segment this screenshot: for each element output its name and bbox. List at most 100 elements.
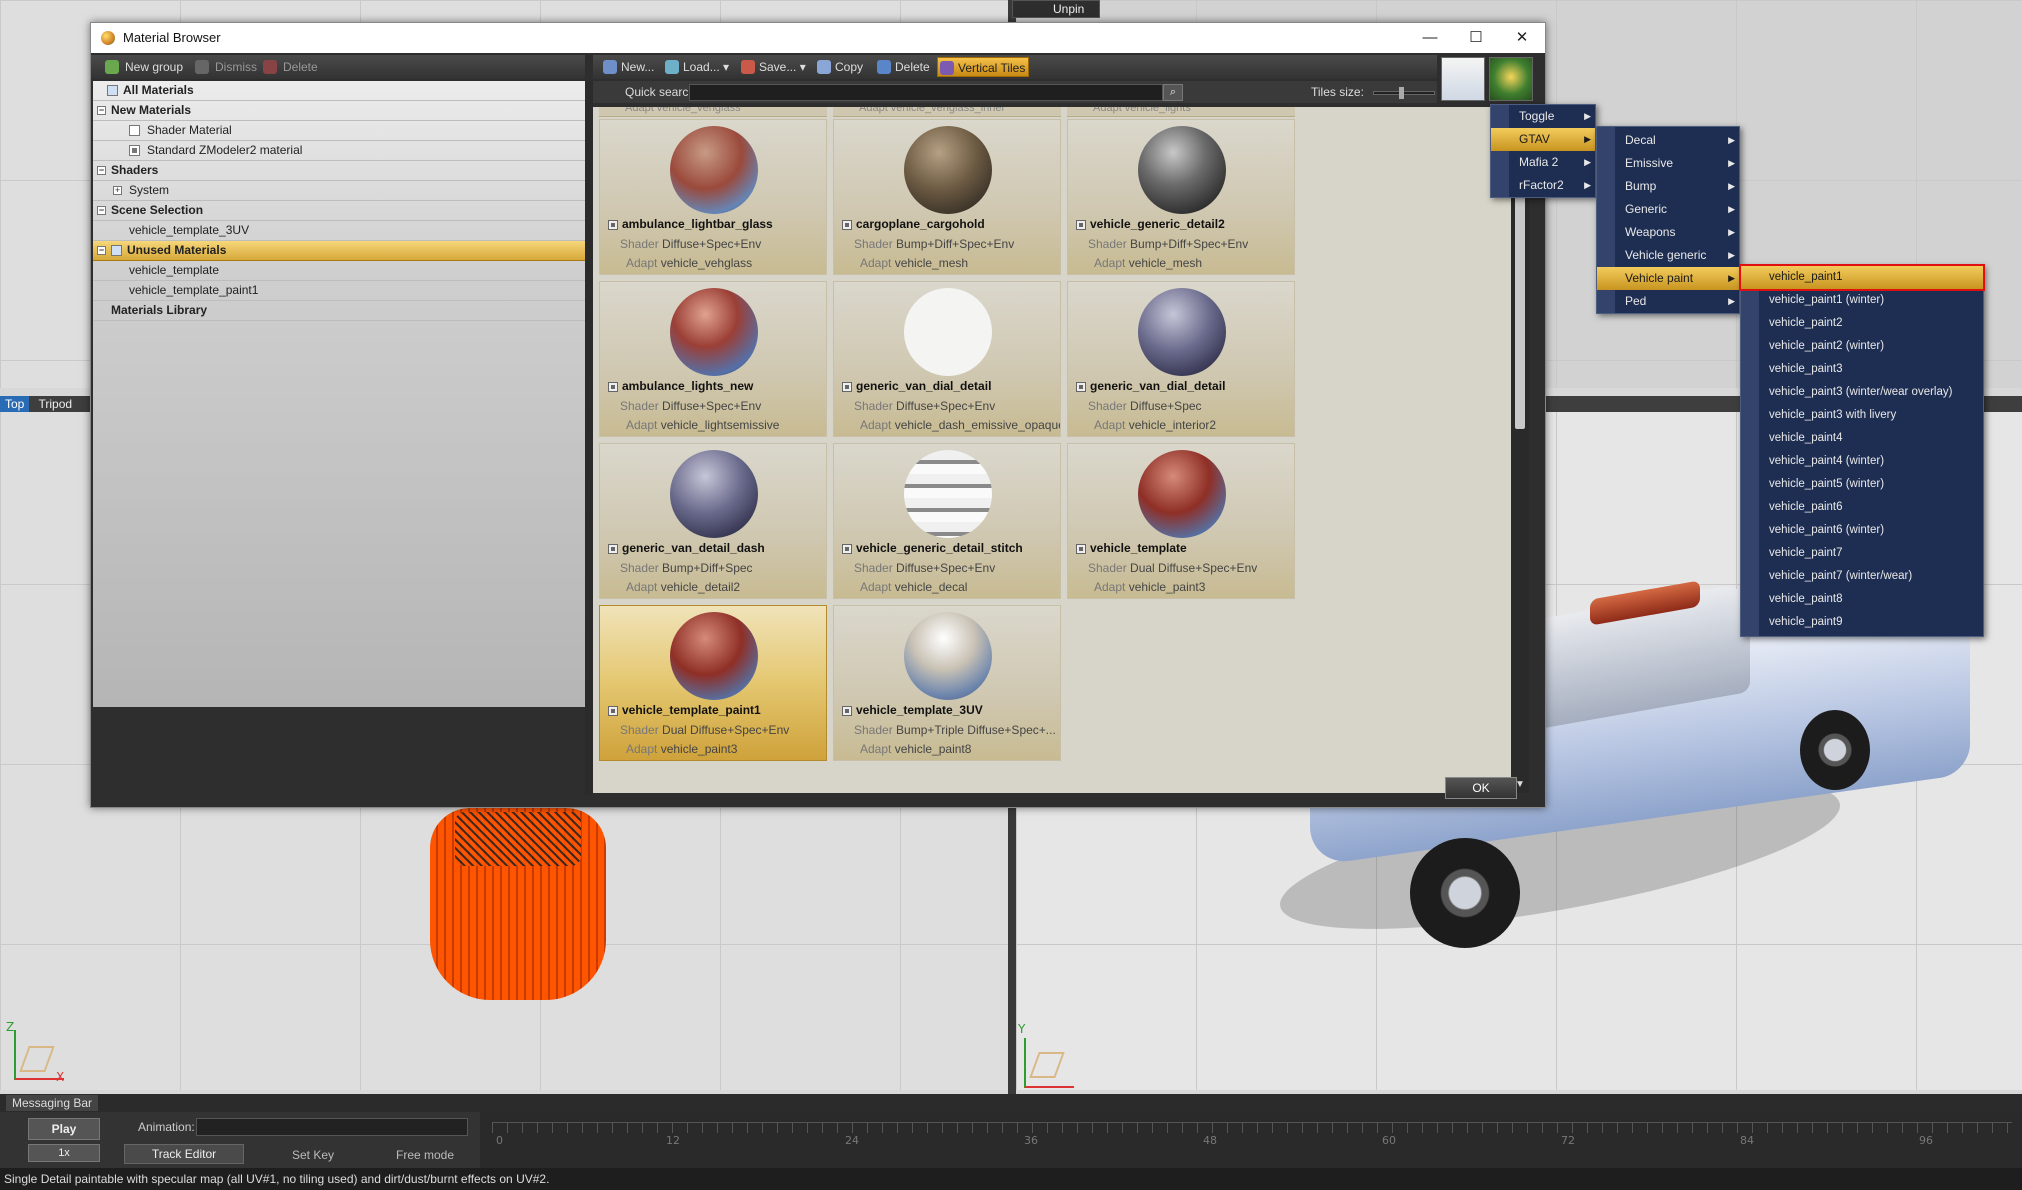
free-mode-button[interactable]: Free mode — [396, 1148, 454, 1162]
ok-button[interactable]: OK — [1445, 777, 1517, 799]
material-checkbox[interactable] — [1076, 544, 1086, 554]
unpin-button[interactable]: Unpin — [1012, 0, 1100, 18]
clipped-tile[interactable]: Adapt vehicle_vehglass — [599, 107, 827, 117]
maximize-button[interactable]: ☐ — [1453, 23, 1499, 53]
material-tile[interactable]: generic_van_detail_dash Shader Bump+Diff… — [599, 443, 827, 599]
menu-item-toggle[interactable]: Toggle ▶ — [1491, 105, 1595, 128]
material-tile[interactable]: vehicle_template Shader Dual Diffuse+Spe… — [1067, 443, 1295, 599]
menu-item-vehicle-paint9[interactable]: vehicle_paint9 — [1741, 611, 1983, 634]
menu-item-vehicle-paint4[interactable]: vehicle_paint4 — [1741, 427, 1983, 450]
collapse-icon[interactable]: − — [97, 166, 106, 175]
material-checkbox[interactable] — [129, 145, 140, 156]
clipped-tile[interactable]: Adapt vehicle_lights — [1067, 107, 1295, 117]
animation-field[interactable] — [196, 1118, 468, 1136]
menu-item-vehicle-generic[interactable]: Vehicle generic ▶ — [1597, 244, 1739, 267]
material-tile[interactable]: ambulance_lights_new Shader Diffuse+Spec… — [599, 281, 827, 437]
material-checkbox[interactable] — [1076, 382, 1086, 392]
menu-item-ped[interactable]: Ped ▶ — [1597, 290, 1739, 313]
save-material-button[interactable]: Save... ▾ — [739, 55, 806, 79]
material-tile[interactable]: vehicle_generic_detail2 Shader Bump+Diff… — [1067, 119, 1295, 275]
menu-item-vehicle-paint1-winter[interactable]: vehicle_paint1 (winter) — [1741, 289, 1983, 312]
timeline-ruler[interactable] — [492, 1122, 2012, 1146]
new-material-button[interactable]: New... — [601, 55, 654, 79]
material-checkbox[interactable] — [842, 382, 852, 392]
material-tile-selected[interactable]: vehicle_template_paint1 Shader Dual Diff… — [599, 605, 827, 761]
menu-item-vehicle-paint3-winter-wear[interactable]: vehicle_paint3 (winter/wear overlay) — [1741, 381, 1983, 404]
delete-material-button[interactable]: Delete — [875, 55, 930, 79]
material-tile[interactable]: vehicle_template_3UV Shader Bump+Triple … — [833, 605, 1061, 761]
dismiss-button[interactable]: Dismiss — [193, 55, 257, 79]
menu-item-vehicle-paint8[interactable]: vehicle_paint8 — [1741, 588, 1983, 611]
collapse-icon[interactable]: − — [97, 106, 106, 115]
menu-item-vehicle-paint1[interactable]: vehicle_paint1 — [1739, 264, 1985, 291]
menu-item-decal[interactable]: Decal ▶ — [1597, 129, 1739, 152]
material-checkbox[interactable] — [129, 125, 140, 136]
tree-item-shader-material[interactable]: Shader Material — [93, 121, 585, 141]
tiles-size-slider-handle[interactable] — [1399, 87, 1404, 99]
material-checkbox[interactable] — [608, 706, 618, 716]
material-type-menu-button[interactable] — [1489, 57, 1533, 101]
clipped-tile[interactable]: Adapt vehicle_vehglass_inner — [833, 107, 1061, 117]
tree-item-all-materials[interactable]: All Materials — [93, 81, 585, 101]
material-checkbox[interactable] — [842, 706, 852, 716]
menu-item-rfactor2[interactable]: rFactor2 ▶ — [1491, 174, 1595, 197]
tree-item-system[interactable]: + System — [93, 181, 585, 201]
material-checkbox[interactable] — [608, 382, 618, 392]
material-checkbox[interactable] — [608, 544, 618, 554]
menu-item-vehicle-paint4-winter[interactable]: vehicle_paint4 (winter) — [1741, 450, 1983, 473]
list-view-icon[interactable] — [1441, 57, 1485, 101]
material-tile[interactable]: vehicle_generic_detail_stitch Shader Dif… — [833, 443, 1061, 599]
vertical-tiles-toggle[interactable]: Vertical Tiles — [937, 57, 1029, 77]
menu-item-weapons[interactable]: Weapons ▶ — [1597, 221, 1739, 244]
tree-item-vehicle-template-3uv[interactable]: vehicle_template_3UV — [93, 221, 585, 241]
viewport-tripod-label[interactable]: Tripod — [38, 397, 72, 411]
track-editor-button[interactable]: Track Editor — [124, 1144, 244, 1164]
new-group-button[interactable]: New group — [103, 55, 183, 79]
menu-item-vehicle-paint[interactable]: Vehicle paint ▶ — [1597, 267, 1739, 290]
menu-item-mafia2[interactable]: Mafia 2 ▶ — [1491, 151, 1595, 174]
tree-item-new-materials[interactable]: − New Materials — [93, 101, 585, 121]
speed-button[interactable]: 1x — [28, 1144, 100, 1162]
load-material-button[interactable]: Load... ▾ — [663, 55, 729, 79]
menu-item-vehicle-paint2[interactable]: vehicle_paint2 — [1741, 312, 1983, 335]
tiles-size-slider[interactable] — [1373, 91, 1435, 95]
menu-item-bump[interactable]: Bump ▶ — [1597, 175, 1739, 198]
menu-item-vehicle-paint5-winter[interactable]: vehicle_paint5 (winter) — [1741, 473, 1983, 496]
menu-item-vehicle-paint2-winter[interactable]: vehicle_paint2 (winter) — [1741, 335, 1983, 358]
material-tile[interactable]: ambulance_lightbar_glass Shader Diffuse+… — [599, 119, 827, 275]
close-button[interactable]: ✕ — [1499, 23, 1545, 53]
menu-item-emissive[interactable]: Emissive ▶ — [1597, 152, 1739, 175]
panel-splitter[interactable] — [585, 81, 593, 795]
copy-material-button[interactable]: Copy — [815, 55, 863, 79]
tree-item-standard-material[interactable]: Standard ZModeler2 material — [93, 141, 585, 161]
set-key-button[interactable]: Set Key — [292, 1148, 334, 1162]
collapse-icon[interactable]: − — [97, 206, 106, 215]
search-icon[interactable]: ⌕ — [1163, 84, 1183, 101]
material-checkbox[interactable] — [608, 220, 618, 230]
material-checkbox[interactable] — [842, 220, 852, 230]
delete-group-button[interactable]: Delete — [261, 55, 318, 79]
menu-item-vehicle-paint7[interactable]: vehicle_paint7 — [1741, 542, 1983, 565]
tree-item-vehicle-template-paint1[interactable]: vehicle_template_paint1 — [93, 281, 585, 301]
viewport-view-tag[interactable]: Top — [0, 396, 30, 412]
play-button[interactable]: Play — [28, 1118, 100, 1140]
menu-item-vehicle-paint3-livery[interactable]: vehicle_paint3 with livery — [1741, 404, 1983, 427]
material-checkbox[interactable] — [842, 544, 852, 554]
tree-item-materials-library[interactable]: Materials Library — [93, 301, 585, 321]
menu-item-vehicle-paint7-winter-wear[interactable]: vehicle_paint7 (winter/wear) — [1741, 565, 1983, 588]
menu-item-gtav[interactable]: GTAV ▶ — [1491, 128, 1595, 151]
tree-item-scene-selection[interactable]: − Scene Selection — [93, 201, 585, 221]
menu-item-vehicle-paint6-winter[interactable]: vehicle_paint6 (winter) — [1741, 519, 1983, 542]
material-tile[interactable]: generic_van_dial_detail Shader Diffuse+S… — [1067, 281, 1295, 437]
material-tile[interactable]: generic_van_dial_detail Shader Diffuse+S… — [833, 281, 1061, 437]
menu-item-generic[interactable]: Generic ▶ — [1597, 198, 1739, 221]
tile-grid-scrollbar[interactable]: ▲ ▼ — [1511, 107, 1529, 793]
menu-item-vehicle-paint6[interactable]: vehicle_paint6 — [1741, 496, 1983, 519]
menu-item-vehicle-paint3[interactable]: vehicle_paint3 — [1741, 358, 1983, 381]
tree-item-unused-materials[interactable]: − Unused Materials — [93, 241, 585, 261]
window-titlebar[interactable]: Material Browser — ☐ ✕ — [91, 23, 1545, 53]
minimize-button[interactable]: — — [1407, 23, 1453, 53]
tree-item-vehicle-template[interactable]: vehicle_template — [93, 261, 585, 281]
collapse-icon[interactable]: − — [97, 246, 106, 255]
material-tile[interactable]: cargoplane_cargohold Shader Bump+Diff+Sp… — [833, 119, 1061, 275]
